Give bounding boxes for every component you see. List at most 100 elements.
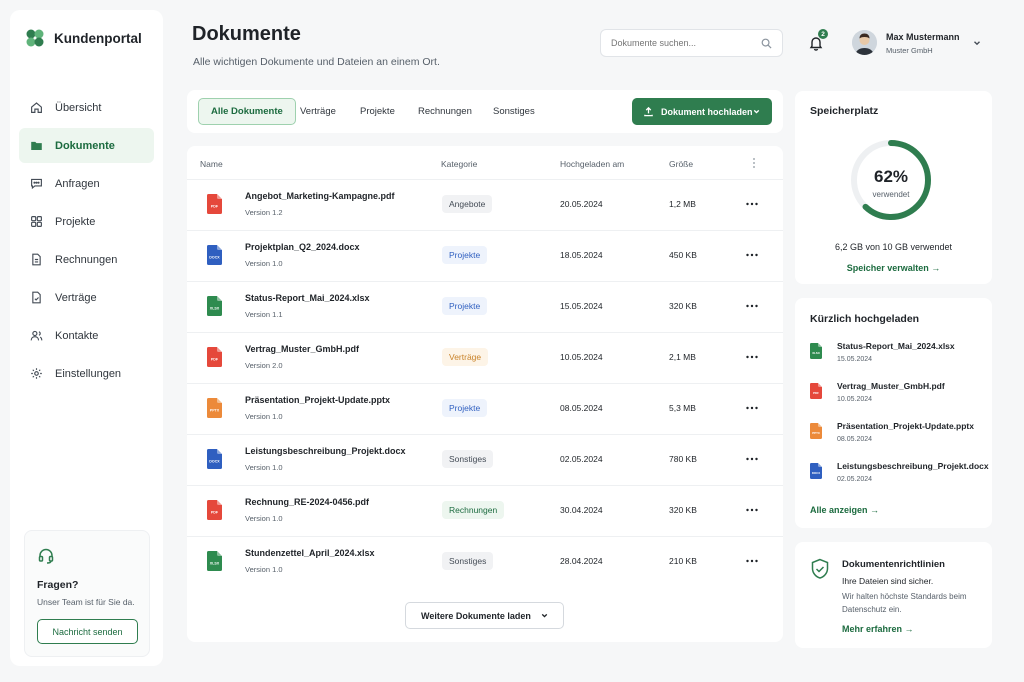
column-options-icon[interactable] xyxy=(749,157,759,169)
sidebar-item-label: Kontakte xyxy=(55,329,99,342)
upload-document-button[interactable]: Dokument hochladen xyxy=(632,98,772,125)
table-row[interactable]: DOCX Projektplan_Q2_2024.docx Version 1.0 P… xyxy=(187,230,783,281)
svg-text:PDF: PDF xyxy=(211,358,219,362)
upload-date: 08.05.2024 xyxy=(560,403,603,413)
docx-file-icon: DOCX xyxy=(207,245,222,265)
file-name[interactable]: Stundenzettel_April_2024.xlsx xyxy=(245,548,375,558)
recent-file-date: 02.05.2024 xyxy=(837,476,873,483)
help-title: Fragen? xyxy=(37,579,79,591)
upload-date: 30.04.2024 xyxy=(560,505,603,515)
storage-percent: 62% xyxy=(873,167,909,186)
table-row[interactable]: DOCX Leistungsbeschreibung_Projekt.docx Ve… xyxy=(187,434,783,485)
sidebar-item-kontakte[interactable]: Kontakte xyxy=(19,318,154,353)
category-badge: Projekte xyxy=(442,297,488,315)
learn-more-link[interactable]: Mehr erfahren → xyxy=(842,624,914,634)
document-toolbar: Alle Dokumente Verträge Projekte Rechnun… xyxy=(187,90,783,133)
tab-sonstiges[interactable]: Sonstiges xyxy=(481,98,547,125)
tab-rechnungen[interactable]: Rechnungen xyxy=(406,98,484,125)
user-name[interactable]: Max Mustermann xyxy=(886,32,960,42)
sidebar-item-einstellungen[interactable]: Einstellungen xyxy=(19,356,154,391)
storage-used-label: verwendet xyxy=(872,190,910,199)
more-options-icon[interactable] xyxy=(745,352,759,362)
upload-date: 10.05.2024 xyxy=(560,352,603,362)
column-header-name[interactable]: Name xyxy=(200,159,223,169)
more-options-icon[interactable] xyxy=(745,454,759,464)
pdf-file-icon: PDF xyxy=(207,347,222,367)
file-name[interactable]: Rechnung_RE-2024-0456.pdf xyxy=(245,497,369,507)
recent-file-name[interactable]: Status-Report_Mai_2024.xlsx xyxy=(837,341,955,351)
upload-icon xyxy=(644,106,653,117)
recent-file-name[interactable]: Leistungsbeschreibung_Projekt.docx xyxy=(837,461,989,471)
more-options-icon[interactable] xyxy=(745,250,759,260)
search-icon[interactable] xyxy=(761,38,772,49)
sidebar-item-label: Anfragen xyxy=(55,177,100,190)
upload-date: 20.05.2024 xyxy=(560,199,603,209)
category-badge: Projekte xyxy=(442,399,488,417)
tab-vertraege[interactable]: Verträge xyxy=(288,98,348,125)
sidebar-item-uebersicht[interactable]: Übersicht xyxy=(19,90,154,125)
sidebar-item-label: Übersicht xyxy=(55,101,102,114)
send-message-button[interactable]: Nachricht senden xyxy=(37,619,138,644)
category-badge: Sonstiges xyxy=(442,450,494,468)
table-row[interactable]: XLSX Status-Report_Mai_2024.xlsx Version 1… xyxy=(187,281,783,332)
table-row[interactable]: PDF Rechnung_RE-2024-0456.pdf Version 1.0 R… xyxy=(187,485,783,536)
recent-file-name[interactable]: Präsentation_Projekt-Update.pptx xyxy=(837,421,974,431)
sidebar-item-rechnungen[interactable]: Rechnungen xyxy=(19,242,154,277)
file-size: 2,1 MB xyxy=(669,352,696,362)
recent-file-name[interactable]: Vertrag_Muster_GmbH.pdf xyxy=(837,381,945,391)
manage-storage-link[interactable]: Speicher verwalten → xyxy=(795,263,992,273)
svg-text:PPTX: PPTX xyxy=(210,409,220,413)
column-header-uploaded[interactable]: Hochgeladen am xyxy=(560,159,624,169)
upload-label: Dokument hochladen xyxy=(661,106,753,117)
file-name[interactable]: Präsentation_Projekt-Update.pptx xyxy=(245,395,390,405)
file-name[interactable]: Vertrag_Muster_GmbH.pdf xyxy=(245,344,359,354)
file-name[interactable]: Projektplan_Q2_2024.docx xyxy=(245,242,360,252)
sidebar-item-label: Projekte xyxy=(55,215,96,228)
table-row[interactable]: XLSX Stundenzettel_April_2024.xlsx Version… xyxy=(187,536,783,587)
policy-title: Dokumentenrichtlinien xyxy=(842,559,945,570)
help-box: Fragen? Unser Team ist für Sie da. Nachr… xyxy=(24,530,150,657)
logo[interactable]: Kundenportal xyxy=(25,28,142,48)
load-more-label: Weitere Dokumente laden xyxy=(421,610,531,621)
contract-icon xyxy=(32,291,41,304)
file-name[interactable]: Status-Report_Mai_2024.xlsx xyxy=(245,293,370,303)
upload-date: 15.05.2024 xyxy=(560,301,603,311)
tab-alle-dokumente[interactable]: Alle Dokumente xyxy=(198,98,296,125)
more-options-icon[interactable] xyxy=(745,199,759,209)
category-badge: Sonstiges xyxy=(442,552,494,570)
more-options-icon[interactable] xyxy=(745,556,759,566)
user-company: Muster GmbH xyxy=(886,46,933,55)
file-version: Version 1.0 xyxy=(245,412,283,421)
tab-projekte[interactable]: Projekte xyxy=(348,98,407,125)
more-options-icon[interactable] xyxy=(745,301,759,311)
policy-line-1: Ihre Dateien sind sicher. xyxy=(842,576,934,586)
table-row[interactable]: PPTX Präsentation_Projekt-Update.pptx Vers… xyxy=(187,383,783,434)
file-size: 320 KB xyxy=(669,301,697,311)
file-size: 450 KB xyxy=(669,250,697,260)
chevron-down-icon xyxy=(753,109,760,114)
search-input[interactable] xyxy=(611,38,761,48)
chevron-down-icon[interactable] xyxy=(972,38,982,48)
more-options-icon[interactable] xyxy=(745,403,759,413)
table-row[interactable]: PDF Vertrag_Muster_GmbH.pdf Version 2.0 Ver… xyxy=(187,332,783,383)
policy-line-2: Wir halten höchste Standards beim Datens… xyxy=(842,592,967,614)
svg-text:XLSX: XLSX xyxy=(210,307,220,311)
column-header-category[interactable]: Kategorie xyxy=(441,159,477,169)
show-all-link[interactable]: Alle anzeigen → xyxy=(810,505,879,515)
sidebar-item-anfragen[interactable]: Anfragen xyxy=(19,166,154,201)
recent-file-date: 08.05.2024 xyxy=(837,436,873,443)
column-header-size[interactable]: Größe xyxy=(669,159,693,169)
pptx-file-icon: PPTX xyxy=(207,398,222,418)
load-more-button[interactable]: Weitere Dokumente laden xyxy=(405,602,564,629)
pdf-file-icon: PDF xyxy=(810,383,822,399)
sidebar-item-projekte[interactable]: Projekte xyxy=(19,204,154,239)
chevron-down-icon xyxy=(541,613,548,618)
sidebar-item-vertraege[interactable]: Verträge xyxy=(19,280,154,315)
file-name[interactable]: Angebot_Marketing-Kampagne.pdf xyxy=(245,191,395,201)
more-options-icon[interactable] xyxy=(745,505,759,515)
avatar[interactable] xyxy=(852,30,877,55)
table-row[interactable]: PDF Angebot_Marketing-Kampagne.pdf Version… xyxy=(187,179,783,230)
sidebar-item-dokumente[interactable]: Dokumente xyxy=(19,128,154,163)
file-name[interactable]: Leistungsbeschreibung_Projekt.docx xyxy=(245,446,406,456)
svg-text:PDF: PDF xyxy=(211,511,219,515)
